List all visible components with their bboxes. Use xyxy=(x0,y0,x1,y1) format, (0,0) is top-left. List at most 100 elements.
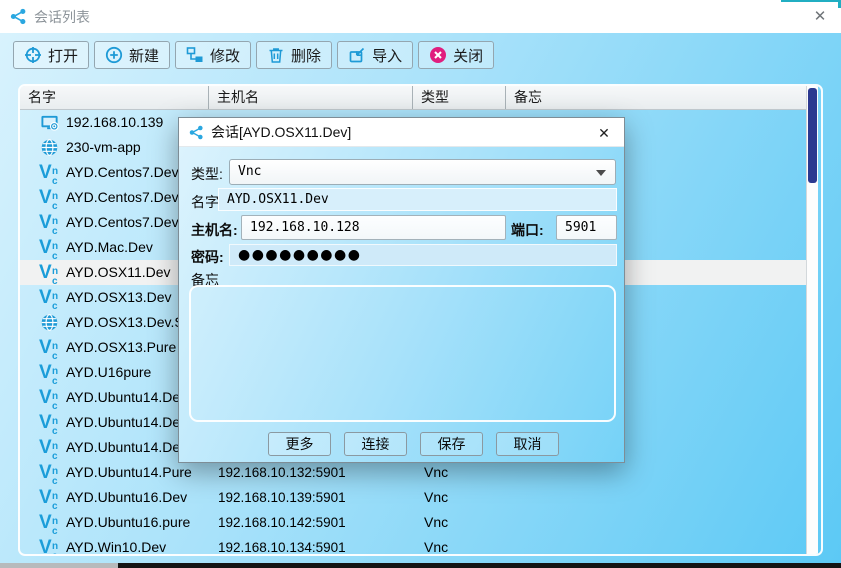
save-button[interactable]: 保存 xyxy=(420,432,483,456)
name-label: 名字 xyxy=(191,192,219,212)
session-name: AYD.Ubuntu16.pure xyxy=(66,510,190,535)
port-field[interactable] xyxy=(556,215,617,240)
vnc-icon: Vnc xyxy=(38,462,61,483)
new-button[interactable]: 新建 xyxy=(94,41,170,69)
session-name: AYD.Ubuntu14.Dev xyxy=(66,385,187,410)
session-name: AYD.Ubuntu14.Dev xyxy=(66,435,187,460)
session-host: 192.168.10.134:5901 xyxy=(208,535,412,556)
import-button[interactable]: 导入 xyxy=(337,41,413,69)
type-label: 类型: xyxy=(191,164,223,184)
vnc-icon: Vnc xyxy=(38,237,61,258)
close-button[interactable]: 关闭 xyxy=(418,41,494,69)
vnc-icon: Vnc xyxy=(38,487,61,508)
window-close-icon[interactable]: ✕ xyxy=(808,6,832,27)
vnc-icon: Vnc xyxy=(38,212,61,233)
window-titlebar: 会话列表 xyxy=(0,0,841,33)
new-plus-icon xyxy=(105,46,123,64)
password-label: 密码: xyxy=(191,247,224,267)
session-name: AYD.U16pure xyxy=(66,360,151,385)
dialog-title: 会话[AYD.OSX11.Dev] xyxy=(211,122,351,142)
toolbar: 打开 新建 修改 删除 xyxy=(13,41,494,69)
delete-trash-icon xyxy=(267,46,285,64)
column-header-name[interactable]: 名字 xyxy=(20,86,208,109)
session-name: AYD.Centos7.Dev.C xyxy=(66,210,192,235)
modify-button[interactable]: 修改 xyxy=(175,41,251,69)
session-name: AYD.Centos7.Dev xyxy=(66,160,179,185)
session-name: AYD.Win10.Dev xyxy=(66,535,166,556)
dialog-close-icon[interactable]: ✕ xyxy=(594,123,614,143)
session-name: AYD.Centos7.Dev.S xyxy=(66,185,191,210)
port-label: 端口: xyxy=(511,220,544,240)
window-body: 打开 新建 修改 删除 xyxy=(0,33,841,563)
desktop-background xyxy=(0,563,118,568)
more-button[interactable]: 更多 xyxy=(268,432,331,456)
session-name: AYD.Mac.Dev xyxy=(66,235,153,260)
vnc-icon: Vnc xyxy=(38,162,61,183)
vnc-icon: Vnc xyxy=(38,337,61,358)
table-row[interactable]: Vnc AYD.Ubuntu16.pure 192.168.10.142:590… xyxy=(20,510,806,535)
session-memo xyxy=(505,460,806,485)
scrollbar-track[interactable] xyxy=(806,86,818,554)
session-manager-window: 会话列表 ✕ 打开 新建 修改 xyxy=(0,0,841,568)
session-memo xyxy=(505,535,806,556)
session-name: AYD.Ubuntu16.Dev xyxy=(66,485,187,510)
open-button[interactable]: 打开 xyxy=(13,41,89,69)
session-name: AYD.Ubuntu14.Pure xyxy=(66,460,192,485)
app-share-icon xyxy=(10,8,27,25)
session-memo xyxy=(505,485,806,510)
vnc-icon: Vnc xyxy=(38,537,61,556)
vnc-icon: Vnc xyxy=(38,387,61,408)
column-header-type[interactable]: 类型 xyxy=(412,86,505,109)
import-box-icon xyxy=(348,46,366,64)
desktop-background xyxy=(118,563,841,568)
globe-icon xyxy=(40,313,59,332)
connect-button[interactable]: 连接 xyxy=(344,432,407,456)
open-target-icon xyxy=(24,46,42,64)
dialog-titlebar: 会话[AYD.OSX11.Dev] ✕ xyxy=(179,118,624,147)
session-host: 192.168.10.139:5901 xyxy=(208,485,412,510)
session-name: AYD.OSX13.Pure xyxy=(66,335,176,360)
vnc-icon: Vnc xyxy=(38,362,61,383)
session-host: 192.168.10.142:5901 xyxy=(208,510,412,535)
session-dialog: 会话[AYD.OSX11.Dev] ✕ 类型: Vnc 名字 主机名: 端口: … xyxy=(178,117,625,463)
modify-sitemap-icon xyxy=(186,46,204,64)
vnc-icon: Vnc xyxy=(38,412,61,433)
chevron-down-icon xyxy=(596,170,606,176)
session-name: AYD.OSX11.Dev xyxy=(66,260,171,285)
globe-icon xyxy=(40,138,59,157)
hostname-field[interactable] xyxy=(241,215,506,240)
memo-textarea[interactable] xyxy=(189,285,616,422)
table-row[interactable]: Vnc AYD.Win10.Dev 192.168.10.134:5901 Vn… xyxy=(20,535,806,556)
table-header: 名字 主机名 类型 备忘 xyxy=(20,86,806,110)
session-name: 230-vm-app xyxy=(66,135,141,160)
session-name: 192.168.10.139 xyxy=(66,110,163,135)
session-host: 192.168.10.132:5901 xyxy=(208,460,412,485)
table-row[interactable]: Vnc AYD.Ubuntu16.Dev 192.168.10.139:5901… xyxy=(20,485,806,510)
column-header-host[interactable]: 主机名 xyxy=(208,86,412,109)
session-type: Vnc xyxy=(412,535,505,556)
dialog-body: 类型: Vnc 名字 主机名: 端口: 密码: 备忘 更多 连接 xyxy=(179,147,624,462)
type-select[interactable]: Vnc xyxy=(229,159,616,185)
dialog-buttons: 更多 连接 保存 取消 xyxy=(179,432,624,456)
rdp-monitor-icon xyxy=(40,113,60,132)
session-name: AYD.Ubuntu14.Dev xyxy=(66,410,187,435)
session-type: Vnc xyxy=(412,510,505,535)
name-field[interactable] xyxy=(218,188,617,211)
column-header-memo[interactable]: 备忘 xyxy=(505,86,806,109)
cancel-button[interactable]: 取消 xyxy=(496,432,559,456)
session-name: AYD.OSX13.Dev xyxy=(66,285,172,310)
delete-button[interactable]: 删除 xyxy=(256,41,332,69)
table-row[interactable]: Vnc AYD.Ubuntu14.Pure 192.168.10.132:590… xyxy=(20,460,806,485)
close-circle-icon xyxy=(429,46,447,64)
session-type: Vnc xyxy=(412,485,505,510)
password-field[interactable] xyxy=(229,244,617,266)
background-window-edge xyxy=(781,0,841,2)
hostname-label: 主机名: xyxy=(191,220,238,240)
scrollbar-thumb[interactable] xyxy=(808,88,817,183)
vnc-icon: Vnc xyxy=(38,437,61,458)
vnc-icon: Vnc xyxy=(38,512,61,533)
app-share-icon xyxy=(189,125,204,140)
session-memo xyxy=(505,510,806,535)
vnc-icon: Vnc xyxy=(38,187,61,208)
window-title: 会话列表 xyxy=(34,7,90,27)
